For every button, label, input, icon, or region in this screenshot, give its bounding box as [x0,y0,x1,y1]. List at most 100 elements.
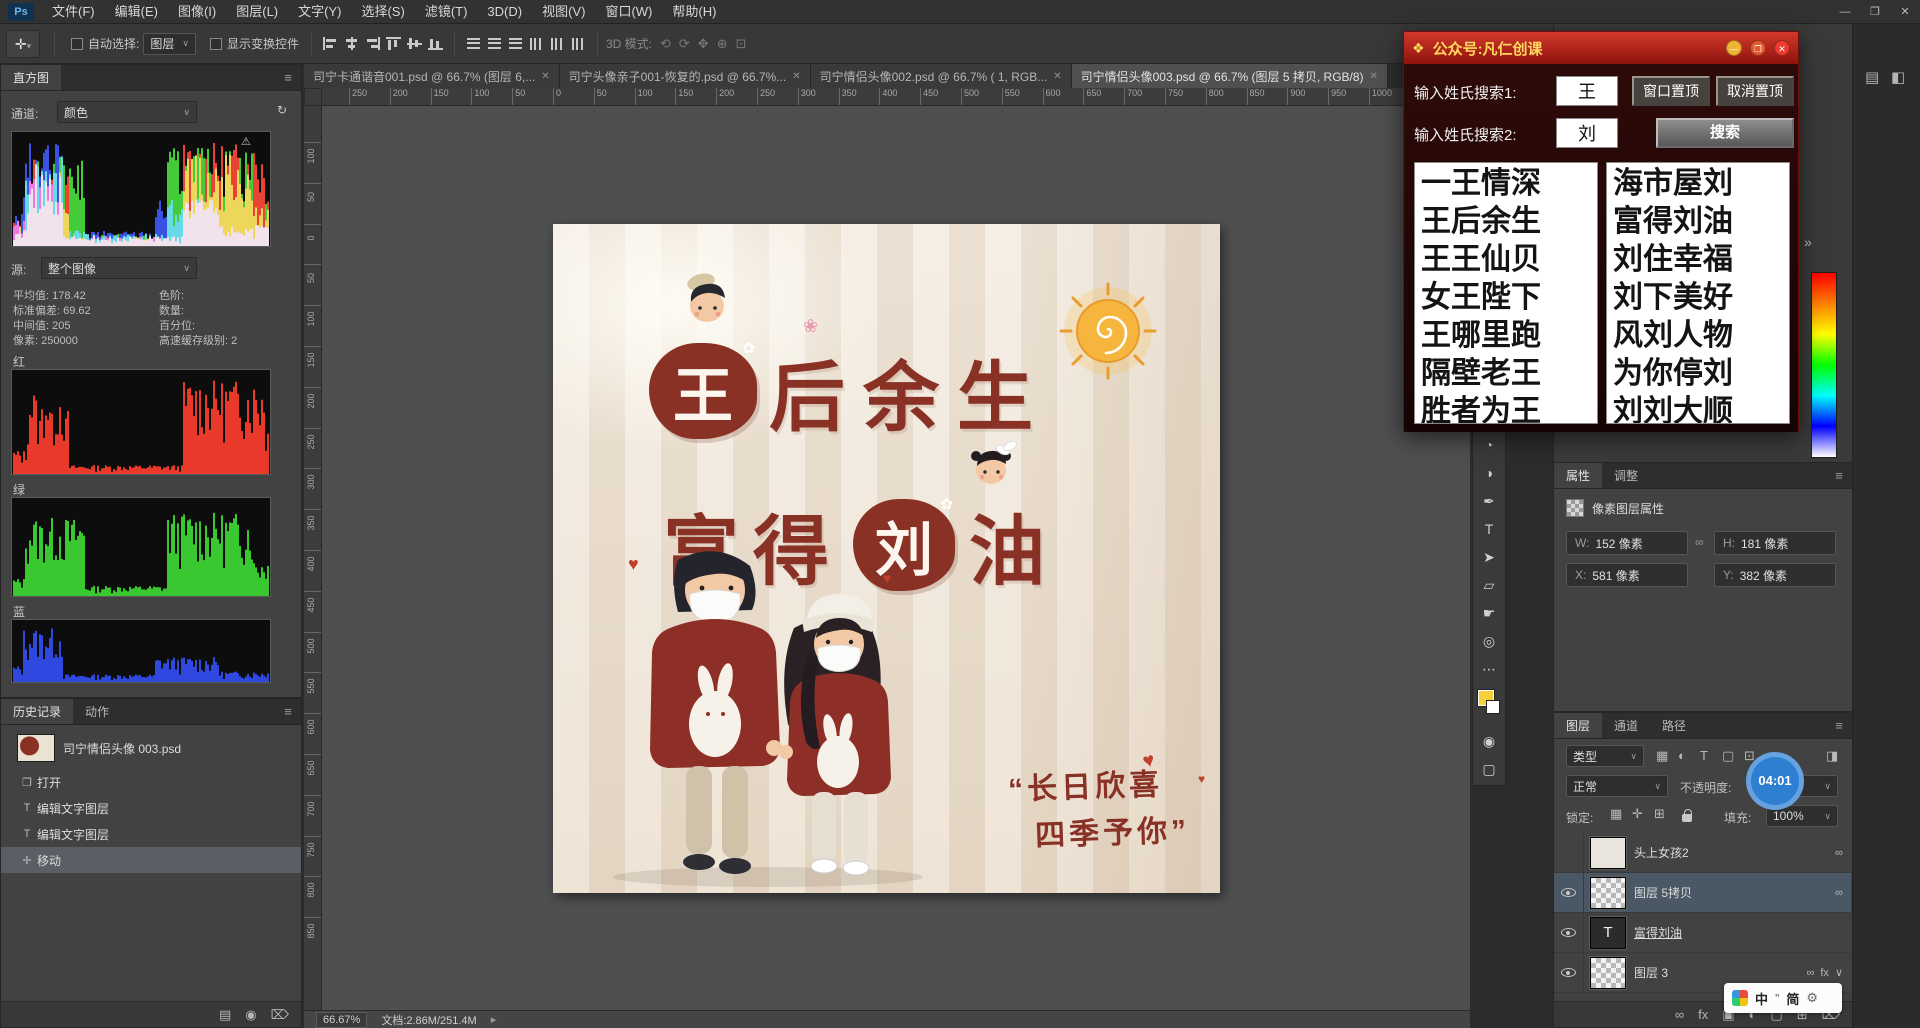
layer-filter-select[interactable]: 类型∨ [1566,745,1644,767]
window-close-button[interactable]: ✕ [1774,40,1790,56]
menu-item[interactable]: 选择(S) [351,0,414,23]
result-item[interactable]: 刘刘大顺 [1613,393,1783,424]
lock-artboard-icon[interactable]: ⊞ [1654,806,1665,822]
layer-row[interactable]: 富得刘油 ∞ fx ∨ [1554,913,1851,953]
screen-mode-button[interactable]: ▢ [1473,755,1505,783]
tab-layers[interactable]: 图层 [1554,713,1602,738]
panel-menu-icon[interactable]: ≡ [1826,713,1852,738]
source-select[interactable]: 整个图像∨ [41,257,197,279]
layer-style-icon[interactable]: fx [1698,1007,1708,1022]
document-tab[interactable]: 司宁卡通谐音001.psd @ 66.7% (图层 6,... ✕ [304,64,560,88]
distribute-right-icon[interactable] [571,37,586,50]
document-tab[interactable]: 司宁情侣头像002.psd @ 66.7% ( 1, RGB... ✕ [811,64,1072,88]
path-select-tool[interactable]: ➤ [1473,543,1505,571]
3d-rotate-icon[interactable]: ⟲ [660,36,671,52]
delete-state-icon[interactable]: ⌦ [271,1007,289,1023]
align-left-icon[interactable] [323,37,338,50]
ime-logo-icon[interactable] [1732,990,1748,1006]
unpin-window-button[interactable]: 取消置顶 [1716,76,1794,106]
menu-item[interactable]: 滤镜(T) [415,0,478,23]
color-swatches[interactable] [1473,687,1505,723]
menu-item[interactable]: 编辑(E) [105,0,168,23]
align-center-horizontal-icon[interactable] [344,37,359,50]
layer-visibility-toggle[interactable] [1554,913,1584,952]
layer-thumbnail[interactable] [1590,917,1626,949]
panel-menu-icon[interactable]: ≡ [275,65,301,90]
distribute-left-icon[interactable] [529,37,544,50]
lock-position-icon[interactable]: ✛ [1632,806,1643,822]
y-field[interactable]: Y:382 像素 [1714,563,1836,587]
lock-all-icon[interactable] [1682,814,1692,822]
maximize-button[interactable]: ❐ [1860,0,1890,24]
result-item[interactable]: 刘下美好 [1613,279,1783,317]
window-minimize-button[interactable]: — [1726,40,1742,56]
results-list-1[interactable]: 一王情深王后余生王王仙贝女王陛下王哪里跑隔壁老王胜者为王 [1414,162,1598,424]
panel-menu-icon[interactable]: ≡ [1826,463,1852,488]
blend-mode-select[interactable]: 正常∨ [1566,775,1668,797]
x-field[interactable]: X:581 像素 [1566,563,1688,587]
tab-histogram[interactable]: 直方图 [1,65,61,90]
surname-search-window[interactable]: ❖ 公众号:凡仁创课 — ❐ ✕ 输入姓氏搜索1: 王 窗口置顶 取消置顶 输入… [1403,31,1799,431]
channel-select[interactable]: 颜色∨ [57,101,197,123]
3d-slide-icon[interactable]: ⊕ [717,36,728,52]
pin-window-button[interactable]: 窗口置顶 [1632,76,1710,106]
search2-input[interactable]: 刘 [1556,118,1618,148]
result-item[interactable]: 王后余生 [1421,203,1591,241]
link-dimensions-icon[interactable]: ∞ [1695,535,1704,549]
filter-adjustment-layers-icon[interactable]: ◐ [1678,748,1686,763]
blur-tool[interactable]: ◔ [1473,431,1505,459]
layer-name[interactable]: 头上女孩2 [1634,844,1689,861]
document-canvas[interactable]: 王✿ 后余生 ❀ 富得 刘✿ 油 [553,224,1220,893]
align-center-vertical-icon[interactable] [407,37,422,50]
pen-tool[interactable]: ✒ [1473,487,1505,515]
result-item[interactable]: 女王陛下 [1421,279,1591,317]
background-color-swatch[interactable] [1486,700,1500,714]
horizontal-ruler[interactable]: 2502001501005005010015020025030035040045… [322,88,1470,106]
tab-history[interactable]: 历史记录 [1,699,73,724]
filter-toggle-icon[interactable]: ◨ [1826,748,1838,764]
layer-thumbnail[interactable] [1590,957,1626,989]
close-tab-icon[interactable]: ✕ [1053,71,1061,82]
new-snapshot-icon[interactable]: ◉ [245,1007,256,1023]
close-tab-icon[interactable]: ✕ [541,71,549,82]
results-list-2[interactable]: 海市屋刘富得刘油刘住幸福刘下美好风刘人物为你停刘刘刘大顺 [1606,162,1790,424]
history-item-edit-text[interactable]: T 编辑文字图层 [1,821,301,847]
collapse-panels-icon[interactable]: » [1804,234,1812,250]
menu-item[interactable]: 图像(I) [168,0,226,23]
history-item-move[interactable]: ✛ 移动 [1,847,301,873]
result-item[interactable]: 海市屋刘 [1613,165,1783,203]
result-item[interactable]: 胜者为王 [1421,393,1591,424]
hand-tool[interactable]: ☛ [1473,599,1505,627]
result-item[interactable]: 一王情深 [1421,165,1591,203]
result-item[interactable]: 王王仙贝 [1421,241,1591,279]
tab-adjustments[interactable]: 调整 [1602,463,1650,488]
width-field[interactable]: W:152 像素 [1566,531,1688,555]
align-top-icon[interactable] [386,37,401,50]
layer-thumbnail[interactable] [1590,877,1626,909]
menu-item[interactable]: 帮助(H) [662,0,726,23]
ime-toolbar[interactable]: 中 ” 简 ⚙ [1724,983,1842,1013]
new-document-from-state-icon[interactable]: ▤ [219,1007,231,1023]
dodge-tool[interactable]: ◑ [1473,459,1505,487]
quick-mask-button[interactable]: ◉ [1473,727,1505,755]
layer-row[interactable]: 头上女孩2 ∞ fx ∨ [1554,833,1851,873]
close-tab-icon[interactable]: ✕ [1370,71,1378,82]
menu-item[interactable]: 视图(V) [532,0,595,23]
result-item[interactable]: 富得刘油 [1613,203,1783,241]
result-item[interactable]: 刘住幸福 [1613,241,1783,279]
link-layers-icon[interactable]: ∞ [1675,1007,1684,1022]
layer-row[interactable]: 图层 5拷贝 ∞ fx ∨ [1554,873,1851,913]
minimize-button[interactable]: — [1830,0,1860,24]
align-right-icon[interactable] [365,37,380,50]
menu-item[interactable]: 3D(D) [477,0,532,23]
search-window-titlebar[interactable]: ❖ 公众号:凡仁创课 — ❐ ✕ [1404,32,1798,64]
result-item[interactable]: 风刘人物 [1613,317,1783,355]
vertical-ruler[interactable]: 1005005010015020025030035040045050055060… [304,106,322,1010]
filter-pixel-layers-icon[interactable]: ▦ [1656,748,1668,764]
distribute-center-icon[interactable] [550,37,565,50]
document-tab[interactable]: 司宁情侣头像003.psd @ 66.7% (图层 5 拷贝, RGB/8) ✕ [1072,64,1388,88]
menu-item[interactable]: 文件(F) [42,0,105,23]
close-tab-icon[interactable]: ✕ [792,71,800,82]
result-item[interactable]: 为你停刘 [1613,355,1783,393]
3d-roll-icon[interactable]: ⟳ [679,36,690,52]
